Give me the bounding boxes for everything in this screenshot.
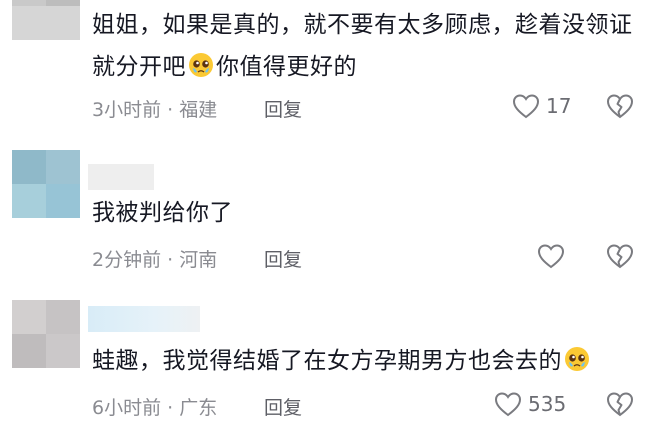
avatar-pixel bbox=[12, 334, 46, 368]
like-button[interactable] bbox=[537, 243, 565, 269]
avatar-pixel bbox=[46, 184, 80, 218]
comment-item: 姐姐，如果是真的，就不要有太多顾虑，趁着没领证就分开吧 你值得更好的 3小时前 … bbox=[0, 0, 655, 140]
comment-meta: 6小时前 · 广东 bbox=[92, 393, 217, 420]
comment-meta: 3小时前 · 福建 bbox=[92, 95, 217, 122]
comment-meta: 2分钟前 · 河南 bbox=[92, 245, 217, 272]
like-button[interactable]: 535 bbox=[494, 391, 566, 417]
comment-item: 我被判给你了 2分钟前 · 河南 回复 bbox=[0, 140, 655, 280]
like-button[interactable]: 17 bbox=[512, 93, 571, 119]
broken-heart-icon bbox=[606, 244, 634, 269]
broken-heart-icon bbox=[606, 94, 634, 119]
meta-separator: · bbox=[167, 397, 174, 419]
comment-text: 姐姐，如果是真的，就不要有太多顾虑，趁着没领证就分开吧 你值得更好的 bbox=[92, 4, 642, 88]
comment-text: 蛙趣，我觉得结婚了在女方孕期男方也会去的 bbox=[92, 340, 642, 382]
comment-location: 河南 bbox=[179, 249, 218, 271]
comment-time: 6小时前 bbox=[92, 397, 162, 419]
comment-location: 福建 bbox=[179, 99, 218, 121]
username-placeholder[interactable] bbox=[88, 306, 200, 332]
like-count: 535 bbox=[528, 392, 567, 416]
pleading-face-emoji bbox=[189, 53, 213, 77]
like-count: 17 bbox=[546, 94, 572, 118]
comment-item: 蛙趣，我觉得结婚了在女方孕期男方也会去的 6小时前 · 广东 回复 535 bbox=[0, 290, 655, 430]
comment-text: 我被判给你了 bbox=[92, 192, 642, 234]
heart-outline-icon bbox=[537, 244, 565, 269]
avatar[interactable] bbox=[12, 150, 80, 218]
comment-text-part: 我被判给你了 bbox=[92, 200, 233, 226]
dislike-button[interactable] bbox=[606, 243, 634, 273]
avatar-pixel bbox=[46, 150, 80, 184]
avatar[interactable] bbox=[12, 300, 80, 368]
avatar-pixel bbox=[12, 6, 80, 40]
comment-text-part: 蛙趣，我觉得结婚了在女方孕期男方也会去的 bbox=[92, 348, 562, 374]
avatar[interactable] bbox=[12, 0, 80, 40]
broken-heart-icon bbox=[606, 392, 634, 417]
heart-outline-icon bbox=[512, 94, 540, 119]
pleading-face-emoji bbox=[565, 347, 589, 371]
dislike-button[interactable] bbox=[606, 93, 634, 123]
comment-time: 2分钟前 bbox=[92, 249, 162, 271]
comment-location: 广东 bbox=[179, 397, 218, 419]
dislike-button[interactable] bbox=[606, 391, 634, 421]
heart-outline-icon bbox=[494, 392, 522, 417]
avatar-pixel bbox=[46, 334, 80, 368]
meta-separator: · bbox=[167, 99, 174, 121]
comment-time: 3小时前 bbox=[92, 99, 162, 121]
avatar-pixel bbox=[12, 300, 46, 334]
avatar-pixel bbox=[12, 150, 46, 184]
comment-text-part: 姐姐，如果是真的，就不要有太多顾虑，趁着没领证就分开吧 bbox=[92, 12, 633, 80]
reply-button[interactable]: 回复 bbox=[264, 95, 302, 122]
reply-button[interactable]: 回复 bbox=[264, 245, 302, 272]
avatar-pixel bbox=[46, 300, 80, 334]
avatar-pixel bbox=[12, 184, 46, 218]
username-placeholder[interactable] bbox=[88, 164, 154, 190]
reply-button[interactable]: 回复 bbox=[264, 393, 302, 420]
meta-separator: · bbox=[167, 249, 174, 271]
comment-text-part: 你值得更好的 bbox=[216, 54, 357, 80]
